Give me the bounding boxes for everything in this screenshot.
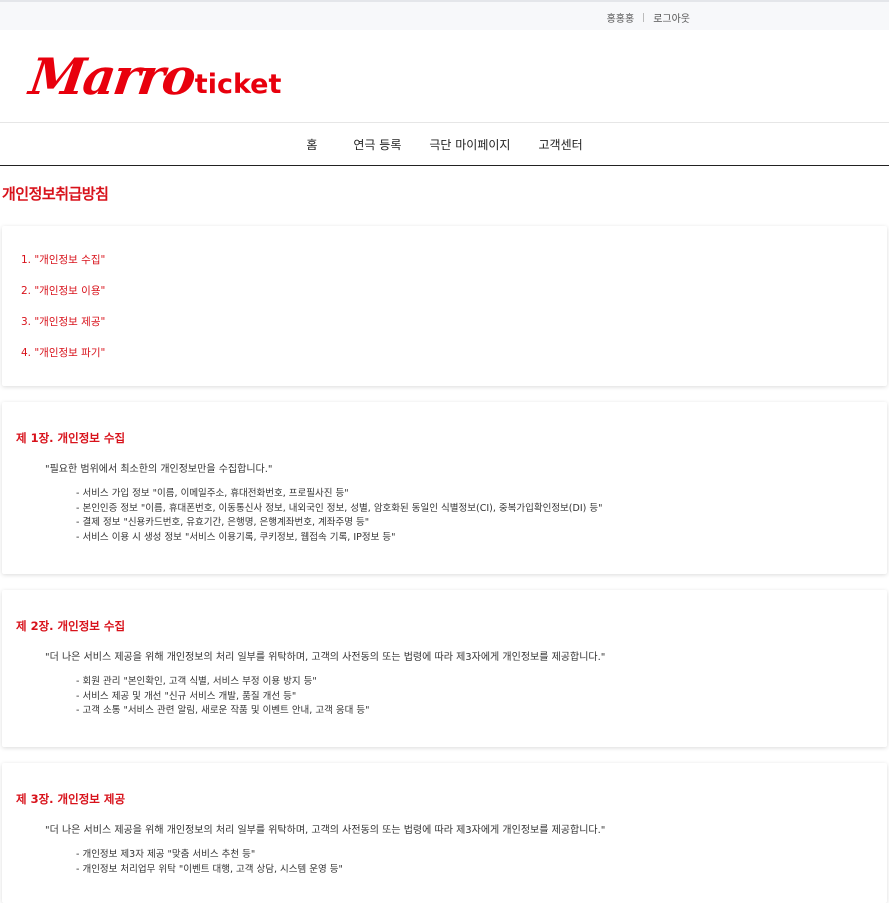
nav-troupe-mypage[interactable]: 극단 마이페이지	[429, 136, 510, 153]
logo-word: ticket	[194, 69, 282, 100]
list-item: - 회원 관리 "본인확인, 고객 식별, 서비스 부정 이용 방지 등"	[76, 676, 317, 687]
user-name-link[interactable]: 홍홍홍	[607, 10, 635, 25]
section-heading: 제 1장. 개인정보 수집	[16, 431, 126, 445]
list-item: - 서비스 가입 정보 "이름, 이메일주소, 휴대전화번호, 프로필사진 등"	[76, 488, 349, 499]
section-chapter-3: 제 3장. 개인정보 제공 "더 나은 서비스 제공을 위해 개인정보의 처리 …	[2, 763, 887, 903]
nav-customer-center[interactable]: 고객센터	[538, 136, 582, 153]
section-chapter-2: 제 2장. 개인정보 수집 "더 나은 서비스 제공을 위해 개인정보의 처리 …	[2, 590, 887, 747]
site-header: Marro ticket	[0, 30, 889, 123]
section-chapter-1: 제 1장. 개인정보 수집 "필요한 범위에서 최소한의 개인정보만을 수집합니…	[2, 402, 887, 574]
nav-play-register[interactable]: 연극 등록	[353, 136, 401, 153]
toc-item-destruction[interactable]: 4. "개인정보 파기"	[21, 345, 887, 376]
section-intro: "필요한 범위에서 최소한의 개인정보만을 수집합니다."	[45, 464, 273, 475]
section-heading: 제 2장. 개인정보 수집	[16, 619, 126, 633]
page-title: 개인정보취급방침	[2, 185, 109, 203]
section-list: - 서비스 가입 정보 "이름, 이메일주소, 휴대전화번호, 프로필사진 등"…	[16, 487, 887, 545]
list-item: - 개인정보 제3자 제공 "맞춤 서비스 추천 등"	[76, 849, 256, 860]
toc-item-collection[interactable]: 1. "개인정보 수집"	[21, 252, 887, 283]
list-item: - 서비스 제공 및 개선 "신규 서비스 개발, 품질 개선 등"	[76, 690, 297, 702]
section-heading: 제 3장. 개인정보 제공	[16, 792, 126, 806]
section-intro: "더 나은 서비스 제공을 위해 개인정보의 처리 일부를 위탁하며, 고객의 …	[45, 825, 606, 836]
list-item: - 서비스 이용 시 생성 정보 "서비스 이용기록, 쿠키정보, 웹접속 기록…	[76, 531, 396, 543]
section-list: - 회원 관리 "본인확인, 고객 식별, 서비스 부정 이용 방지 등" - …	[16, 675, 887, 719]
logout-link[interactable]: 로그아웃	[653, 10, 690, 25]
marro-ticket-logo[interactable]: Marro ticket	[26, 47, 282, 106]
user-links: 홍홍홍 로그아웃	[607, 10, 690, 25]
section-intro: "더 나은 서비스 제공을 위해 개인정보의 처리 일부를 위탁하며, 고객의 …	[45, 652, 606, 663]
toc-list: 1. "개인정보 수집" 2. "개인정보 이용" 3. "개인정보 제공" 4…	[2, 226, 887, 376]
toc-card: 1. "개인정보 수집" 2. "개인정보 이용" 3. "개인정보 제공" 4…	[2, 226, 887, 386]
top-utility-bar: 홍홍홍 로그아웃	[0, 0, 889, 30]
list-item: - 결제 정보 "신용카드번호, 유효기간, 은행명, 은행계좌번호, 계좌주명…	[76, 517, 370, 528]
nav-home[interactable]: 홈	[306, 136, 317, 153]
list-item: - 본인인증 정보 "이름, 휴대폰번호, 이동통신사 정보, 내외국인 정보,…	[76, 502, 603, 514]
main-nav: 홈 연극 등록 극단 마이페이지 고객센터	[0, 123, 889, 166]
divider	[643, 13, 645, 22]
toc-item-provision[interactable]: 3. "개인정보 제공"	[21, 314, 887, 345]
toc-item-usage[interactable]: 2. "개인정보 이용"	[21, 283, 887, 314]
section-list: - 개인정보 제3자 제공 "맞춤 서비스 추천 등" - 개인정보 처리업무 …	[16, 848, 887, 877]
logo-script: Marro	[25, 47, 198, 106]
list-item: - 개인정보 처리업무 위탁 "이벤트 대행, 고객 상담, 시스템 운영 등"	[76, 863, 343, 875]
list-item: - 고객 소통 "서비스 관련 알림, 새로운 작품 및 이벤트 안내, 고객 …	[76, 705, 370, 716]
